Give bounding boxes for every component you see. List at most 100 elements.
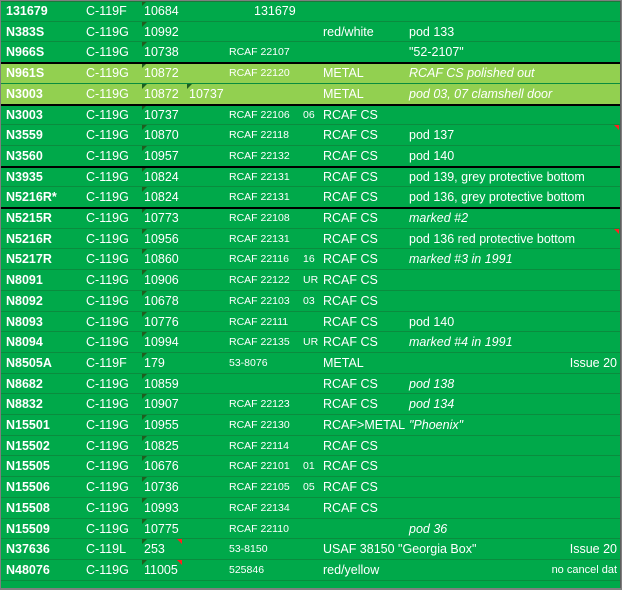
table-row[interactable]: N383S C-119G 10992 red/white pod 133 [1,21,620,43]
table-row[interactable]: 131679 C-119F 10684 131679 [1,1,620,22]
cell-note[interactable]: marked #4 in 1991 [409,332,513,353]
table-row[interactable]: N15502 C-119G 10825 RCAF 22114 RCAF CS [1,435,620,457]
cell-type[interactable]: C-119G [86,477,129,498]
table-row[interactable]: N3003 C-119G 10872 10737 METAL pod 03, 07 cla… [1,83,620,105]
cell-fleet-number[interactable]: 01 [303,456,315,477]
cell-note[interactable]: pod 133 [409,22,454,43]
table-row[interactable]: N8093 C-119G 10776 RCAF 22111 RCAF CS pod 140 [1,311,620,333]
cell-registration[interactable]: N37636 [6,539,50,560]
cell-rcaf-serial[interactable]: RCAF 22123 [229,394,290,415]
cell-registration[interactable]: N383S [6,22,44,43]
table-row[interactable]: N5216R* C-119G 10824 RCAF 22131 RCAF CS pod 1… [1,187,620,208]
cell-type[interactable]: C-119G [86,105,129,126]
table-row[interactable]: N48076 C-119G 11005 525846 red/yellow no canc… [1,559,620,581]
cell-paint-scheme[interactable]: RCAF CS [323,167,378,188]
cell-note[interactable]: RCAF CS polished out [409,63,535,84]
cell-note[interactable]: pod 140 [409,146,454,167]
cell-type[interactable]: C-119G [86,42,129,63]
cell-registration[interactable]: N3560 [6,146,43,167]
cell-registration[interactable]: N3003 [6,84,43,105]
cell-registration[interactable]: N5216R [6,229,52,250]
table-row[interactable]: N8682 C-119G 10859 RCAF CS pod 138 [1,373,620,395]
cell-registration[interactable]: N8092 [6,291,43,312]
cell-type[interactable]: C-119G [86,291,129,312]
cell-registration[interactable]: N8093 [6,312,43,333]
cell-msn[interactable]: 10870 [144,125,179,146]
cell-paint-scheme[interactable]: RCAF CS [323,477,378,498]
cell-rcaf-serial[interactable]: RCAF 22105 [229,477,290,498]
cell-msn[interactable]: 10906 [144,270,179,291]
cell-paint-scheme[interactable]: USAF 38150 "Georgia Box" [323,539,476,560]
cell-note[interactable]: pod 139, grey protective bottom [409,167,585,188]
cell-type[interactable]: C-119G [86,415,129,436]
cell-registration[interactable]: N8832 [6,394,43,415]
cell-registration[interactable]: N5216R* [6,187,57,208]
table-row[interactable]: N15509 C-119G 10775 RCAF 22110 pod 36 [1,518,620,540]
cell-registration[interactable]: N15506 [6,477,50,498]
cell-paint-scheme[interactable]: RCAF CS [323,229,378,250]
table-row[interactable]: N3935 C-119G 10824 RCAF 22131 RCAF CS pod 139… [1,166,620,188]
cell-msn[interactable]: 10994 [144,332,179,353]
cell-type[interactable]: C-119G [86,63,129,84]
cell-registration[interactable]: N5215R [6,208,52,229]
cell-paint-scheme[interactable]: RCAF CS [323,270,378,291]
cell-type[interactable]: C-119G [86,456,129,477]
table-row[interactable]: N3559 C-119G 10870 RCAF 22118 RCAF CS pod 137 [1,125,620,146]
table-row[interactable]: N8094 C-119G 10994 RCAF 22135 UR RCAF CS marke… [1,332,620,353]
table-row[interactable]: N8091 C-119G 10906 RCAF 22122 UR RCAF CS [1,270,620,291]
cell-note[interactable]: "Phoenix" [409,415,463,436]
cell-registration[interactable]: N8682 [6,374,43,395]
table-row[interactable]: N5217R C-119G 10860 RCAF 22116 16 RCAF CS mark… [1,249,620,271]
cell-note[interactable]: pod 03, 07 clamshell door [409,84,552,105]
cell-rcaf-serial[interactable]: RCAF 22122 [229,270,290,291]
table-row[interactable]: N5215R C-119G 10773 RCAF 22108 RCAF CS marked… [1,208,620,229]
cell-rcaf-serial[interactable]: RCAF 22131 [229,167,290,188]
cell-msn[interactable]: 10956 [144,229,179,250]
cell-note[interactable]: pod 137 [409,125,454,146]
cell-fleet-number[interactable]: 06 [303,105,315,126]
cell-paint-scheme[interactable]: RCAF CS [323,332,378,353]
cell-type[interactable]: C-119L [86,539,126,560]
cell-paint-scheme[interactable]: RCAF CS [323,456,378,477]
cell-paint-scheme[interactable]: RCAF CS [323,125,378,146]
cell-msn[interactable]: 10860 [144,249,179,270]
cell-msn[interactable]: 10955 [144,415,179,436]
cell-cancel[interactable]: no cancel dat [552,560,617,581]
cell-paint-scheme[interactable]: RCAF CS [323,187,378,208]
cell-msn[interactable]: 10676 [144,456,179,477]
cell-rcaf-serial[interactable]: RCAF 22118 [229,125,289,146]
cell-rcaf-serial[interactable]: 53-8076 [229,353,268,374]
cell-rcaf-serial[interactable]: RCAF 22114 [229,436,289,457]
cell-registration[interactable]: N48076 [6,560,50,581]
cell-type[interactable]: C-119G [86,187,129,208]
cell-rcaf-serial[interactable]: RCAF 22134 [229,498,290,519]
spreadsheet-grid[interactable]: 131679 C-119F 10684 131679 N383S C-119G 10992 r… [1,1,621,588]
cell-paint-scheme[interactable]: METAL [323,63,364,84]
cell-note[interactable]: marked #2 [409,208,468,229]
cell-msn[interactable]: 10684 [144,1,179,22]
cell-type[interactable]: C-119F [86,353,127,374]
cell-rcaf-serial[interactable]: 525846 [229,560,264,581]
cell-registration[interactable]: N15502 [6,436,50,457]
cell-msn[interactable]: 10775 [144,519,179,540]
table-row[interactable]: N5216R C-119G 10956 RCAF 22131 RCAF CS pod 13… [1,228,620,250]
cell-msn[interactable]: 10738 [144,42,179,63]
cell-msn[interactable]: 253 [144,539,165,560]
cell-registration[interactable]: N8091 [6,270,43,291]
cell-registration[interactable]: N966S [6,42,44,63]
cell-paint-scheme[interactable]: RCAF CS [323,312,378,333]
cell-fleet-number[interactable]: UR [303,270,318,291]
cell-paint-scheme[interactable]: RCAF CS [323,498,378,519]
cell-registration[interactable]: N3003 [6,105,43,126]
cell-note[interactable]: pod 140 [409,312,454,333]
cell-msn[interactable]: 10825 [144,436,179,457]
cell-rcaf-serial[interactable]: RCAF 22111 [229,312,288,333]
cell-fleet-number[interactable]: UR [303,332,318,353]
cell-fleet-number[interactable]: 16 [303,249,315,270]
cell-type[interactable]: C-119G [86,498,129,519]
cell-registration[interactable]: N961S [6,63,44,84]
cell-rcaf-serial[interactable]: RCAF 22131 [229,187,290,208]
cell-msn[interactable]: 10824 [144,167,179,188]
cell-paint-scheme[interactable]: red/white [323,22,374,43]
cell-registration[interactable]: N15508 [6,498,50,519]
